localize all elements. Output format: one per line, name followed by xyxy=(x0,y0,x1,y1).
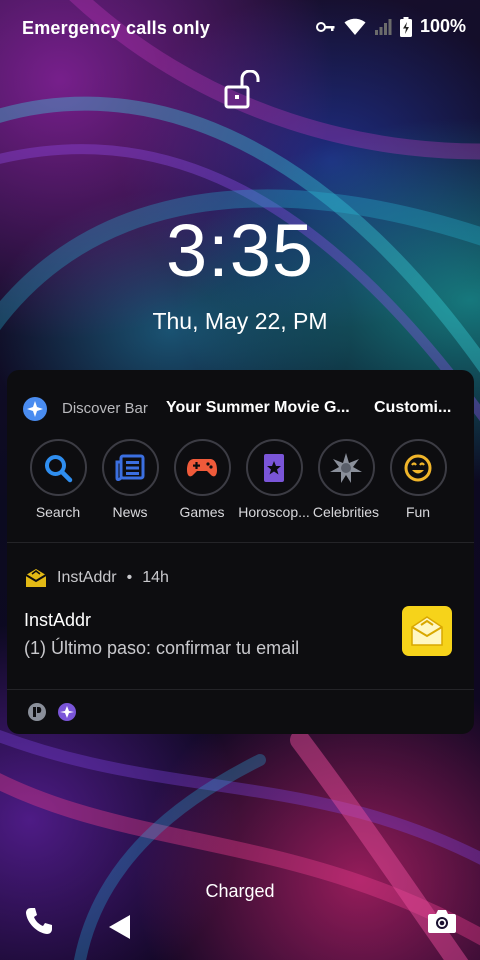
instaddr-large-icon xyxy=(402,606,452,656)
back-icon[interactable] xyxy=(108,914,132,940)
phone-icon[interactable] xyxy=(24,906,54,936)
category-label: Games xyxy=(179,504,225,520)
category-games[interactable]: Games xyxy=(166,439,238,520)
category-celebrities[interactable]: Celebrities xyxy=(310,439,382,520)
discover-categories: Search News Games Horoscop... Celebritie… xyxy=(7,439,474,529)
battery-percent: 100% xyxy=(419,16,466,36)
category-horoscope[interactable]: Horoscop... xyxy=(238,439,310,520)
discover-bar-story-customize[interactable]: Customi... xyxy=(374,399,464,417)
notification-separator: • xyxy=(126,569,133,586)
discover-bar-story-summer-movie[interactable]: Your Summer Movie G... xyxy=(166,399,356,417)
category-label: Horoscop... xyxy=(238,504,310,520)
divider xyxy=(7,689,474,690)
divider xyxy=(7,542,474,543)
status-icons: 100% xyxy=(315,16,466,37)
category-label: Search xyxy=(35,504,81,520)
category-news[interactable]: News xyxy=(94,439,166,520)
wifi-icon xyxy=(344,18,366,35)
notification-overflow-icons[interactable] xyxy=(27,702,77,722)
gamepad-icon xyxy=(173,439,231,496)
signal-icon xyxy=(374,18,392,35)
category-fun[interactable]: Fun xyxy=(382,439,454,520)
carrier-label: Emergency calls only xyxy=(22,18,211,38)
notification-text[interactable]: (1) Último paso: confirmar tu email xyxy=(24,638,299,659)
notification-app-name: InstAddr xyxy=(57,569,117,586)
category-search[interactable]: Search xyxy=(22,439,94,520)
vpn-key-icon xyxy=(315,21,335,32)
instaddr-app-icon xyxy=(25,569,47,587)
status-bar: Emergency calls only 100% xyxy=(0,0,480,56)
camera-icon[interactable] xyxy=(427,906,457,936)
charging-status: Charged xyxy=(205,881,275,901)
discover-bar-title: Discover Bar xyxy=(62,400,148,417)
celebrity-star-icon xyxy=(317,439,375,496)
discover-notification-icon xyxy=(58,703,76,721)
discover-bar-header[interactable]: Discover Bar Your Summer Movie G... Cust… xyxy=(7,370,474,446)
discover-bar-logo-icon xyxy=(23,397,47,421)
smiley-icon xyxy=(389,439,447,496)
unlocked-padlock-icon[interactable] xyxy=(222,70,260,110)
news-icon xyxy=(101,439,159,496)
category-label: News xyxy=(112,504,148,520)
notification-header[interactable]: InstAddr • 14h xyxy=(25,568,169,588)
category-label: Fun xyxy=(405,504,431,520)
lockscreen-date: Thu, May 22, PM xyxy=(152,308,328,334)
category-label: Celebrities xyxy=(312,504,380,520)
notification-panel: Discover Bar Your Summer Movie G... Cust… xyxy=(7,370,474,734)
lockscreen-clock: 3:35 xyxy=(165,209,315,292)
app-notification-icon xyxy=(28,703,46,721)
search-icon xyxy=(29,439,87,496)
horoscope-card-icon xyxy=(245,439,303,496)
notification-title[interactable]: InstAddr xyxy=(24,610,91,631)
battery-charging-icon xyxy=(399,16,412,37)
notification-time: 14h xyxy=(142,569,169,586)
